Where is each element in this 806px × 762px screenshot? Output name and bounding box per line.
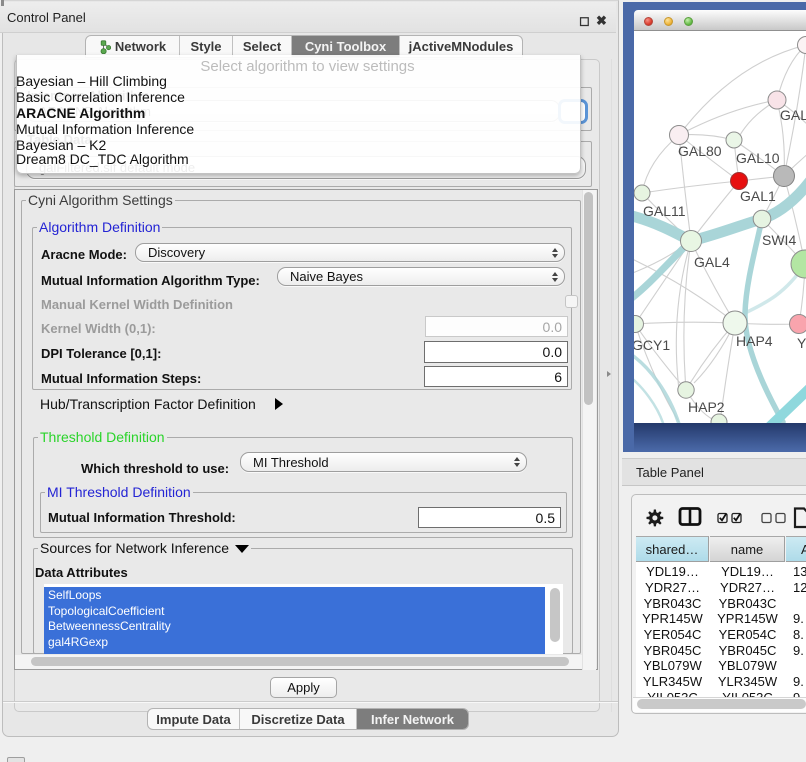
svg-text:GAL1: GAL1 [740, 188, 776, 204]
svg-text:GAL11: GAL11 [643, 203, 686, 219]
svg-text:GAL: GAL [780, 107, 806, 123]
svg-text:GAL80: GAL80 [678, 143, 722, 159]
svg-text:SWI4: SWI4 [762, 232, 796, 248]
svg-text:HAP4: HAP4 [736, 333, 773, 349]
svg-text:Y: Y [797, 335, 806, 351]
svg-text:GCY1: GCY1 [634, 337, 670, 353]
svg-text:HAP2: HAP2 [688, 399, 725, 415]
svg-text:GAL10: GAL10 [736, 150, 780, 166]
svg-text:GAL4: GAL4 [694, 254, 730, 270]
